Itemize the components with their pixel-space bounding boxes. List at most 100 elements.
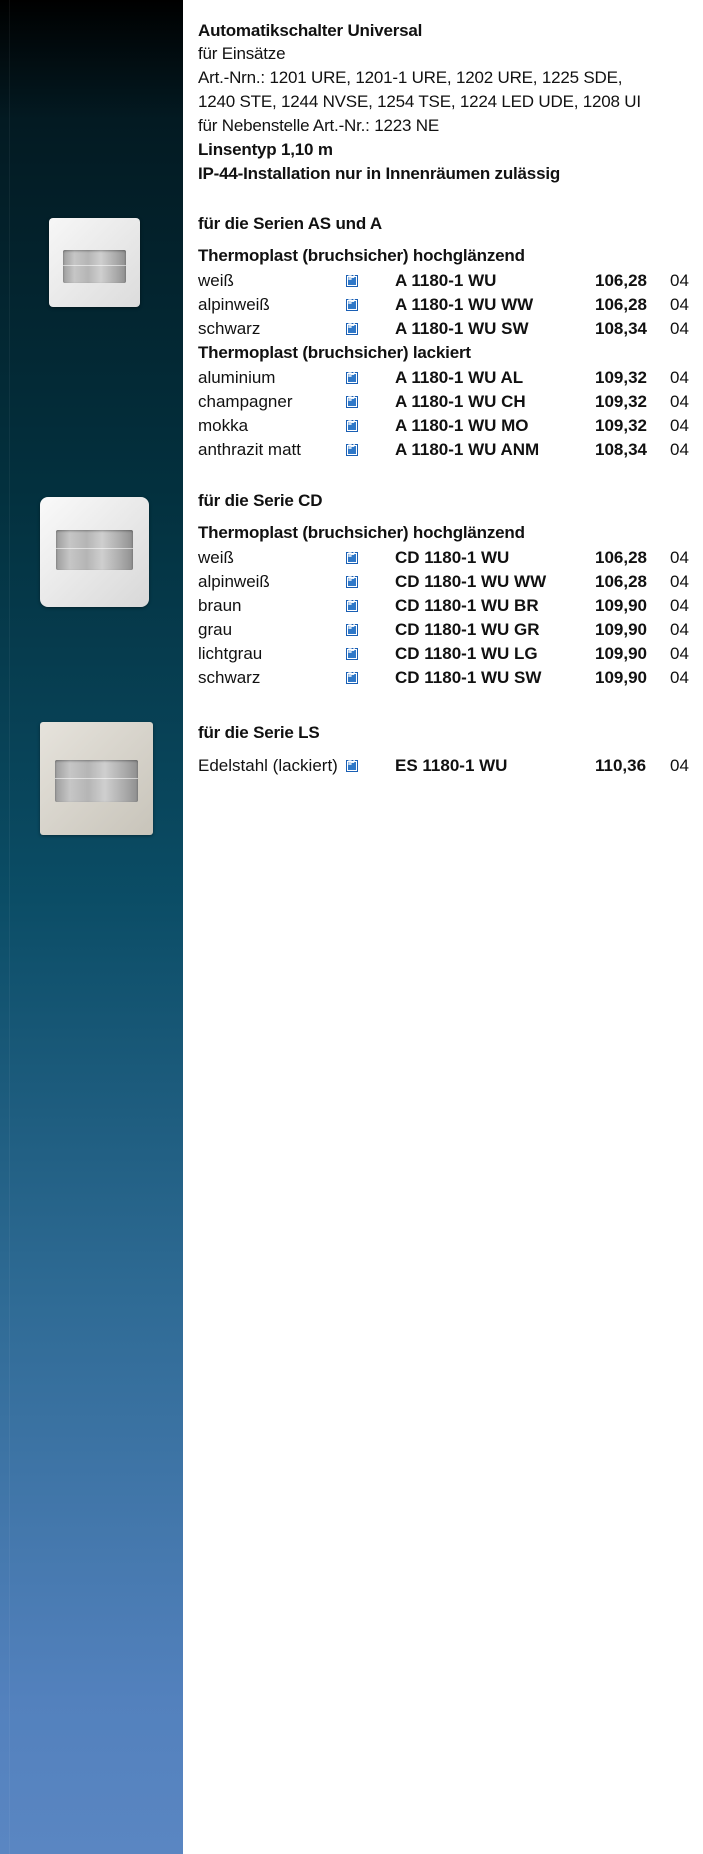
price-cell: 109,32 [595, 416, 647, 435]
table-row: weiß IP A 1180-1 WU 106,28 04 [198, 271, 698, 291]
table-row: weiß IP CD 1180-1 WU 106,28 04 [198, 548, 698, 568]
color-cell: grau [198, 620, 233, 639]
sidebar-gradient [0, 0, 183, 1854]
article-number-cell: CD 1180-1 WU WW [395, 572, 547, 591]
sidebar-edge-line [9, 0, 10, 1854]
ip-icon: IP [346, 273, 358, 287]
section-heading: für die Serien AS und A [198, 214, 382, 233]
table-row: Edelstahl (lackiert) IP ES 1180-1 WU 110… [198, 756, 698, 776]
ip-icon: IP [346, 646, 358, 660]
price-cell: 106,28 [595, 548, 647, 567]
color-cell: alpinweiß [198, 572, 270, 591]
article-number-cell: A 1180-1 WU [395, 271, 497, 290]
ip-icon: IP [346, 297, 358, 311]
color-cell: lichtgrau [198, 644, 263, 663]
color-cell: weiß [198, 271, 234, 290]
ip-icon: IP [346, 670, 358, 684]
article-numbers-line-1: Art.-Nrn.: 1201 URE, 1201-1 URE, 1202 UR… [198, 68, 623, 87]
group-cell: 04 [670, 271, 689, 290]
price-cell: 110,36 [595, 756, 647, 775]
price-cell: 109,32 [595, 368, 647, 387]
color-cell: braun [198, 596, 242, 615]
group-cell: 04 [670, 668, 689, 687]
extension-note: für Nebenstelle Art.-Nr.: 1223 NE [198, 116, 439, 135]
article-number-cell: A 1180-1 WU SW [395, 319, 529, 338]
article-number-cell: A 1180-1 WU AL [395, 368, 524, 387]
sensor-lens [55, 760, 138, 802]
article-number-cell: ES 1180-1 WU [395, 756, 508, 775]
ip-icon: IP [346, 418, 358, 432]
section-heading: für die Serie LS [198, 723, 320, 742]
group-cell: 04 [670, 368, 689, 387]
color-cell: alpinweiß [198, 295, 270, 314]
price-cell: 109,32 [595, 392, 647, 411]
ip-icon: IP [346, 598, 358, 612]
color-cell: schwarz [198, 668, 261, 687]
section-heading: für die Serie CD [198, 491, 323, 510]
group-cell: 04 [670, 572, 689, 591]
color-cell: Edelstahl (lackiert) [198, 756, 338, 775]
table-row: braun IP CD 1180-1 WU BR 109,90 04 [198, 596, 698, 616]
sensor-lens [56, 530, 133, 570]
group-cell: 04 [670, 416, 689, 435]
color-cell: champagner [198, 392, 293, 411]
group-cell: 04 [670, 392, 689, 411]
product-image-cd [40, 497, 149, 607]
table-row: schwarz IP CD 1180-1 WU SW 109,90 04 [198, 668, 698, 688]
ip-icon: IP [346, 442, 358, 456]
group-cell: 04 [670, 756, 689, 775]
ip-icon: IP [346, 758, 358, 772]
product-image-as-a [49, 218, 140, 307]
table-row: schwarz IP A 1180-1 WU SW 108,34 04 [198, 319, 698, 339]
color-cell: mokka [198, 416, 249, 435]
product-image-ls [40, 722, 153, 835]
price-cell: 106,28 [595, 271, 647, 290]
table-row: champagner IP A 1180-1 WU CH 109,32 04 [198, 392, 698, 412]
product-title: Automatikschalter Universal [198, 21, 423, 40]
article-number-cell: CD 1180-1 WU SW [395, 668, 542, 687]
group-cell: 04 [670, 548, 689, 567]
table-row: alpinweiß IP CD 1180-1 WU WW 106,28 04 [198, 572, 698, 592]
ip-icon: IP [346, 370, 358, 384]
material-heading: Thermoplast (bruchsicher) lackiert [198, 343, 471, 362]
article-number-cell: A 1180-1 WU ANM [395, 440, 540, 459]
group-cell: 04 [670, 620, 689, 639]
color-cell: weiß [198, 548, 234, 567]
price-cell: 106,28 [595, 295, 647, 314]
article-numbers-line-2: 1240 STE, 1244 NVSE, 1254 TSE, 1224 LED … [198, 92, 641, 111]
material-heading: Thermoplast (bruchsicher) hochglänzend [198, 523, 525, 542]
material-heading: Thermoplast (bruchsicher) hochglänzend [198, 246, 525, 265]
table-row: alpinweiß IP A 1180-1 WU WW 106,28 04 [198, 295, 698, 315]
price-cell: 106,28 [595, 572, 647, 591]
table-row: anthrazit matt IP A 1180-1 WU ANM 108,34… [198, 440, 698, 460]
table-row: aluminium IP A 1180-1 WU AL 109,32 04 [198, 368, 698, 388]
article-number-cell: CD 1180-1 WU LG [395, 644, 538, 663]
color-cell: anthrazit matt [198, 440, 301, 459]
table-row: lichtgrau IP CD 1180-1 WU LG 109,90 04 [198, 644, 698, 664]
ip-icon: IP [346, 394, 358, 408]
article-number-cell: A 1180-1 WU CH [395, 392, 526, 411]
color-cell: aluminium [198, 368, 276, 387]
group-cell: 04 [670, 644, 689, 663]
group-cell: 04 [670, 295, 689, 314]
color-cell: schwarz [198, 319, 261, 338]
table-row: mokka IP A 1180-1 WU MO 109,32 04 [198, 416, 698, 436]
ip-icon: IP [346, 550, 358, 564]
table-row: grau IP CD 1180-1 WU GR 109,90 04 [198, 620, 698, 640]
price-cell: 109,90 [595, 620, 647, 639]
price-cell: 109,90 [595, 596, 647, 615]
ip-icon: IP [346, 622, 358, 636]
price-cell: 108,34 [595, 319, 647, 338]
sensor-lens [63, 250, 126, 283]
article-number-cell: CD 1180-1 WU [395, 548, 510, 567]
article-number-cell: A 1180-1 WU WW [395, 295, 534, 314]
group-cell: 04 [670, 319, 689, 338]
price-cell: 108,34 [595, 440, 647, 459]
group-cell: 04 [670, 596, 689, 615]
ip-note: IP-44-Installation nur in Innenräumen zu… [198, 164, 561, 183]
lens-type: Linsentyp 1,10 m [198, 140, 333, 159]
group-cell: 04 [670, 440, 689, 459]
ip-icon: IP [346, 321, 358, 335]
price-cell: 109,90 [595, 644, 647, 663]
article-number-cell: A 1180-1 WU MO [395, 416, 529, 435]
